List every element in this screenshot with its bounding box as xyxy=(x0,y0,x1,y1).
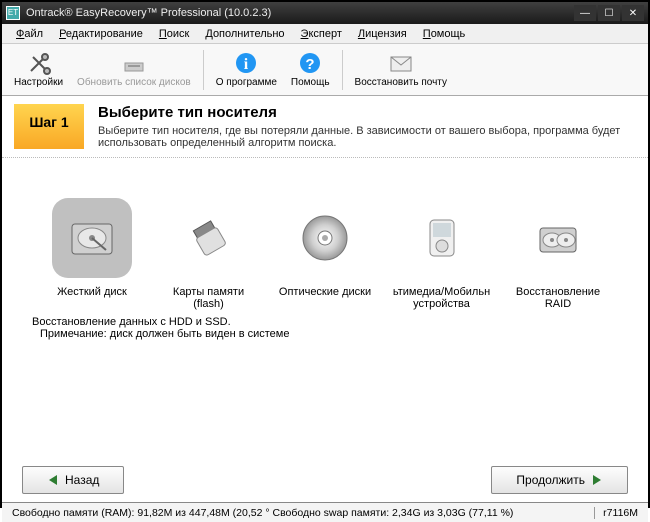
step-subtitle: Выберите тип носителя, где вы потеряли д… xyxy=(98,125,636,149)
mail-icon xyxy=(389,51,413,75)
step-badge: Шаг 1 xyxy=(14,104,84,149)
window-title: Ontrack® EasyRecovery™ Professional (10.… xyxy=(26,7,271,19)
menu-help[interactable]: Помощь xyxy=(415,26,474,42)
storage-options: Жесткий диск Карты памяти (flash) Оптиче… xyxy=(12,198,638,310)
step-title: Выберите тип носителя xyxy=(98,104,636,121)
arrow-right-icon xyxy=(591,474,603,486)
menu-search[interactable]: Поиск xyxy=(151,26,197,42)
back-button[interactable]: Назад xyxy=(22,466,124,494)
status-bar: Свободно памяти (RAM): 91,82M из 447,48M… xyxy=(2,502,648,522)
minimize-button[interactable]: — xyxy=(574,5,596,21)
step-header: Шаг 1 Выберите тип носителя Выберите тип… xyxy=(2,96,648,158)
menu-expert[interactable]: Эксперт xyxy=(293,26,350,42)
content-area: Жесткий диск Карты памяти (flash) Оптиче… xyxy=(2,158,648,356)
close-button[interactable]: ✕ xyxy=(622,5,644,21)
storage-label: ьтимедиа/Мобильн устройства xyxy=(392,286,492,310)
navigation-row: Назад Продолжить xyxy=(2,466,648,502)
next-label: Продолжить xyxy=(516,473,585,487)
window-controls: — ☐ ✕ xyxy=(574,5,644,21)
menu-advanced[interactable]: Дополнительно xyxy=(197,26,292,42)
storage-flash[interactable]: Карты памяти (flash) xyxy=(159,198,259,310)
arrow-left-icon xyxy=(47,474,59,486)
help-icon: ? xyxy=(298,51,322,75)
settings-icon xyxy=(27,51,51,75)
storage-optical[interactable]: Оптические диски xyxy=(275,198,375,310)
info-icon: i xyxy=(234,51,258,75)
toolbar-separator xyxy=(342,50,343,90)
storage-label: Оптические диски xyxy=(275,286,375,298)
storage-label: Карты памяти (flash) xyxy=(159,286,259,310)
recover-mail-button[interactable]: Восстановить почту xyxy=(349,49,453,90)
refresh-disks-button: Обновить список дисков xyxy=(71,49,197,90)
settings-label: Настройки xyxy=(14,77,63,88)
menu-bar: Файл Редактирование Поиск Дополнительно … xyxy=(2,24,648,44)
svg-text:i: i xyxy=(244,56,249,73)
back-label: Назад xyxy=(65,473,99,487)
status-memory: Свободно памяти (RAM): 91,82M из 447,48M… xyxy=(12,507,513,519)
disk-refresh-icon xyxy=(122,51,146,75)
app-icon: ET xyxy=(6,6,20,20)
about-button[interactable]: i О программе xyxy=(210,49,283,90)
desc-line1: Восстановление данных с HDD и SSD. xyxy=(32,316,618,328)
storage-label: Восстановление RAID xyxy=(508,286,608,310)
optical-icon xyxy=(285,198,365,278)
next-button[interactable]: Продолжить xyxy=(491,466,628,494)
raid-icon xyxy=(518,198,598,278)
help-label: Помощь xyxy=(291,77,330,88)
toolbar-separator xyxy=(203,50,204,90)
settings-button[interactable]: Настройки xyxy=(8,49,69,90)
status-build: r7116M xyxy=(594,507,638,519)
storage-raid[interactable]: Восстановление RAID xyxy=(508,198,608,310)
menu-edit[interactable]: Редактирование xyxy=(51,26,151,42)
menu-license[interactable]: Лицензия xyxy=(350,26,415,42)
selection-description: Восстановление данных с HDD и SSD. Приме… xyxy=(12,310,638,346)
hdd-icon xyxy=(52,198,132,278)
help-button[interactable]: ? Помощь xyxy=(285,49,336,90)
desc-line2: Примечание: диск должен быть виден в сис… xyxy=(32,328,618,340)
flash-icon xyxy=(169,198,249,278)
menu-file[interactable]: Файл xyxy=(8,26,51,42)
refresh-disks-label: Обновить список дисков xyxy=(77,77,191,88)
maximize-button[interactable]: ☐ xyxy=(598,5,620,21)
toolbar: Настройки Обновить список дисков i О про… xyxy=(2,44,648,96)
recover-mail-label: Восстановить почту xyxy=(355,77,447,88)
storage-multimedia[interactable]: ьтимедиа/Мобильн устройства xyxy=(392,198,492,310)
title-bar: ET Ontrack® EasyRecovery™ Professional (… xyxy=(2,2,648,24)
about-label: О программе xyxy=(216,77,277,88)
storage-hdd[interactable]: Жесткий диск xyxy=(42,198,142,310)
svg-text:?: ? xyxy=(306,56,315,73)
multimedia-icon xyxy=(402,198,482,278)
storage-label: Жесткий диск xyxy=(42,286,142,298)
